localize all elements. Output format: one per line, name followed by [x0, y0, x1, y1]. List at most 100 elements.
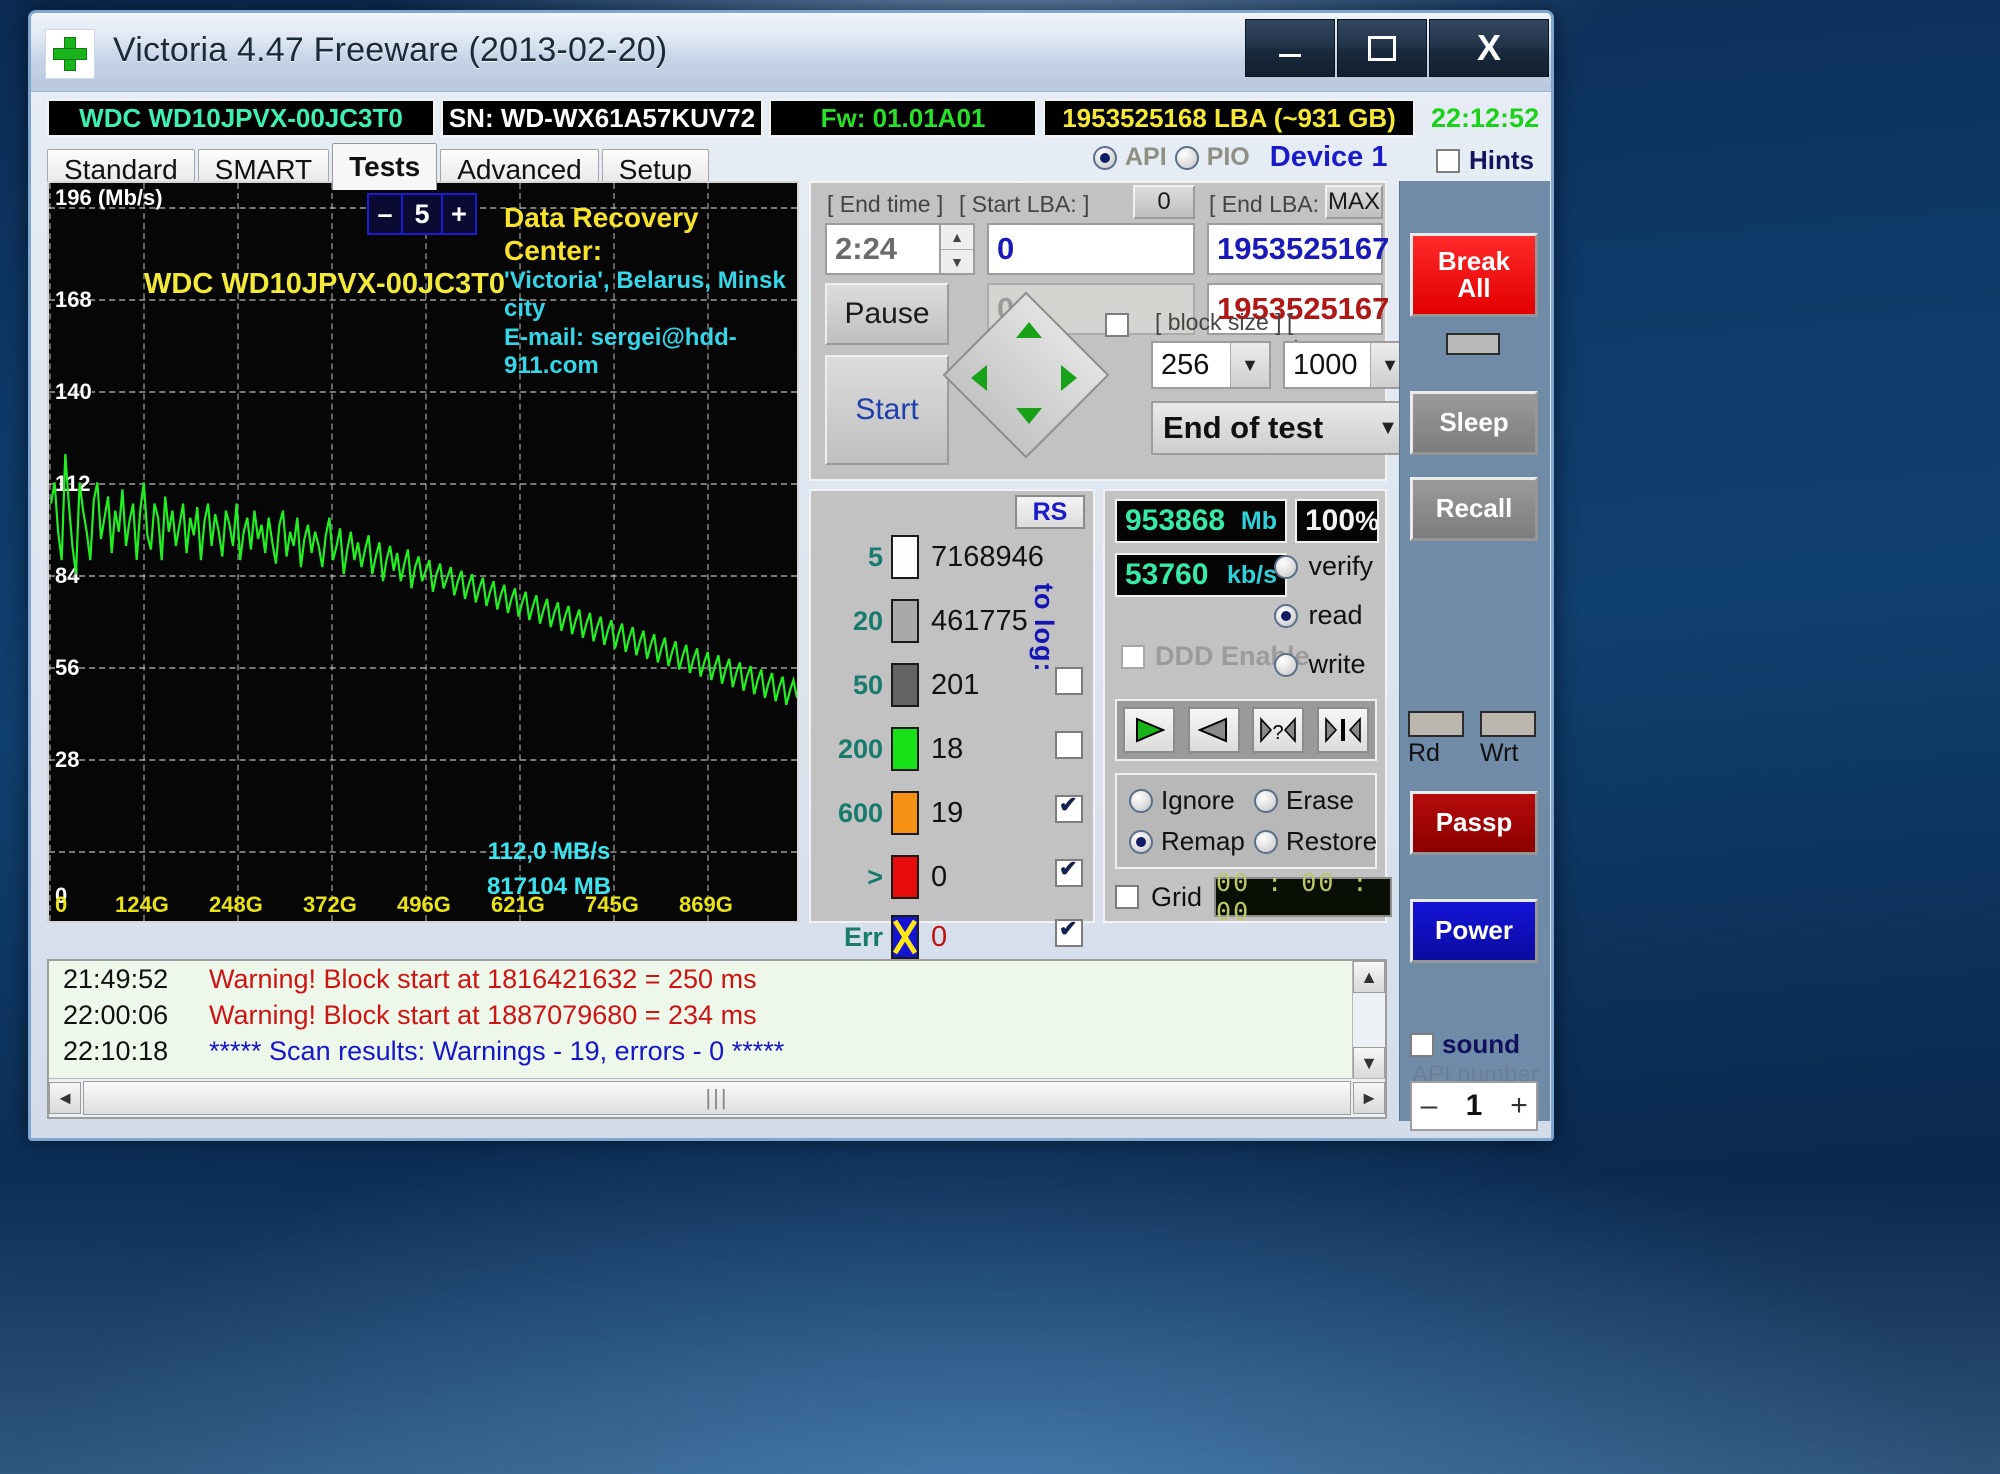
log-vertical-scrollbar[interactable]: ▲ ▼	[1352, 961, 1385, 1079]
action-ignore-label: Ignore	[1161, 785, 1235, 815]
api-number-spinner[interactable]: – 1 +	[1410, 1081, 1538, 1131]
sleep-button[interactable]: Sleep	[1410, 391, 1538, 455]
log-horizontal-scrollbar[interactable]: ◄ ||| ►	[49, 1078, 1385, 1117]
dpad-up-icon[interactable]	[1016, 322, 1042, 338]
maximize-button[interactable]	[1337, 19, 1427, 77]
recall-button[interactable]: Recall	[1410, 477, 1538, 541]
passport-button[interactable]: Passp	[1410, 791, 1538, 855]
stat-threshold: >	[867, 861, 883, 892]
sound-checkbox[interactable]	[1410, 1032, 1434, 1057]
sound-toggle[interactable]: sound	[1410, 1029, 1520, 1060]
stat-color-swatch-error	[891, 915, 919, 959]
stat-color-swatch	[891, 535, 919, 579]
timeout-select[interactable]: 1000 ▼	[1283, 341, 1411, 389]
drive-serial-display: SN: WD-WX61A57KUV72	[441, 99, 763, 137]
stat-color-swatch	[891, 663, 919, 707]
to-log-checkbox-err[interactable]	[1055, 916, 1083, 947]
radio-verify[interactable]	[1274, 554, 1299, 579]
rs-button[interactable]: RS	[1015, 495, 1085, 529]
percent-value: 100	[1305, 504, 1356, 537]
log-message: Warning! Block start at 1887079680 = 234…	[209, 999, 757, 1030]
end-time-field[interactable]: 2:24	[825, 223, 949, 275]
radio-restore[interactable]	[1254, 829, 1278, 854]
radio-erase[interactable]	[1254, 788, 1278, 813]
pause-button[interactable]: Pause	[825, 283, 949, 345]
start-button[interactable]: Start	[825, 355, 949, 465]
api-number-plus[interactable]: +	[1502, 1089, 1536, 1123]
api-number-minus[interactable]: –	[1412, 1089, 1446, 1123]
scroll-left-button[interactable]: ◄	[49, 1082, 81, 1114]
ddd-enable-checkbox[interactable]	[1121, 644, 1145, 669]
scan-nav-buttons: ?	[1115, 699, 1377, 761]
scroll-down-button[interactable]: ▼	[1353, 1047, 1385, 1079]
percent-unit: %	[1355, 505, 1380, 536]
to-log-checkbox-50[interactable]	[1055, 667, 1083, 695]
window-buttons: X	[1243, 19, 1549, 77]
scroll-right-button[interactable]: ►	[1353, 1082, 1385, 1114]
scan-unknown-icon[interactable]: ?	[1252, 707, 1305, 753]
dpad-lock-checkbox[interactable]	[1105, 313, 1129, 337]
end-lba-max-button[interactable]: MAX	[1325, 185, 1383, 219]
action-restore[interactable]: Restore	[1254, 826, 1379, 857]
dpad-down-icon[interactable]	[1016, 408, 1042, 424]
rd-label: Rd	[1408, 739, 1440, 767]
end-action-value: End of test	[1163, 410, 1324, 445]
hints-toggle[interactable]: Hints	[1436, 145, 1534, 176]
block-size-select[interactable]: 256 ▼	[1151, 341, 1271, 389]
radio-ignore[interactable]	[1129, 788, 1153, 813]
to-log-checkbox-over[interactable]	[1055, 856, 1083, 887]
radio-remap[interactable]	[1129, 829, 1153, 854]
action-erase[interactable]: Erase	[1254, 785, 1379, 816]
dpad-left-icon[interactable]	[971, 365, 987, 391]
timeout-value: 1000	[1293, 348, 1358, 381]
stat-row-over: > 0	[817, 855, 1091, 899]
mode-write[interactable]: write	[1274, 649, 1373, 680]
start-lba-input[interactable]: 0	[987, 223, 1195, 275]
end-action-select[interactable]: End of test ▼	[1151, 401, 1411, 455]
stat-row-50: 50 201	[817, 663, 1091, 707]
radio-api[interactable]	[1093, 145, 1117, 170]
radio-read[interactable]	[1274, 603, 1299, 628]
rd-led	[1408, 711, 1464, 737]
action-ignore[interactable]: Ignore	[1129, 785, 1254, 816]
action-erase-label: Erase	[1286, 785, 1354, 815]
h-scroll-thumb[interactable]: |||	[83, 1081, 1351, 1115]
action-remap[interactable]: Remap	[1129, 826, 1254, 857]
stat-count: 18	[931, 732, 964, 765]
block-statistics-panel: RS to log: 5 7168946 20 461775 50 201 20…	[809, 489, 1095, 959]
break-all-button[interactable]: Break All	[1410, 233, 1538, 317]
hints-checkbox[interactable]	[1436, 148, 1460, 173]
start-lba-reset-button[interactable]: 0	[1133, 185, 1195, 219]
log-time: 21:49:52	[63, 963, 169, 994]
tab-tests[interactable]: Tests	[332, 143, 438, 190]
tests-panel: 196 (Mb/s) 168 140 112 84 56 28 0 0 124G…	[47, 181, 1411, 959]
play-backward-icon[interactable]	[1187, 707, 1240, 753]
end-time-spinner[interactable]: ▲ ▼	[939, 223, 975, 275]
mode-read[interactable]: read	[1274, 600, 1373, 631]
to-log-checkbox-200[interactable]	[1055, 731, 1083, 759]
jump-to-start-icon[interactable]	[1316, 707, 1369, 753]
log-panel[interactable]: 21:49:52 Warning! Block start at 1816421…	[47, 959, 1387, 1119]
mode-verify[interactable]: verify	[1274, 551, 1373, 582]
stat-threshold: 50	[852, 669, 883, 700]
radio-write[interactable]	[1274, 652, 1299, 677]
action-remap-label: Remap	[1161, 826, 1245, 856]
minimize-button[interactable]	[1245, 19, 1335, 77]
power-button[interactable]: Power	[1410, 899, 1538, 963]
grid-checkbox[interactable]	[1115, 885, 1139, 909]
close-button[interactable]: X	[1429, 19, 1549, 77]
end-lba-input[interactable]: 1953525167	[1207, 223, 1389, 275]
play-forward-icon[interactable]	[1123, 707, 1176, 753]
window-titlebar[interactable]: Victoria 4.47 Freeware (2013-02-20) X	[31, 13, 1551, 92]
to-log-checkbox-600[interactable]	[1055, 792, 1083, 823]
scroll-up-button[interactable]: ▲	[1353, 961, 1385, 993]
dpad-right-icon[interactable]	[1061, 365, 1077, 391]
radio-pio[interactable]	[1174, 145, 1199, 170]
stat-threshold: Err	[843, 921, 883, 952]
speed-graph[interactable]: 196 (Mb/s) 168 140 112 84 56 28 0 0 124G…	[47, 181, 799, 923]
lba-navigation-dpad[interactable]	[942, 291, 1110, 459]
rate-unit: kb/s	[1226, 560, 1277, 589]
annotation-current-size: 817104 MB	[486, 873, 612, 900]
chevron-down-icon[interactable]: ▼	[1230, 343, 1269, 387]
wrt-label: Wrt	[1480, 739, 1519, 767]
